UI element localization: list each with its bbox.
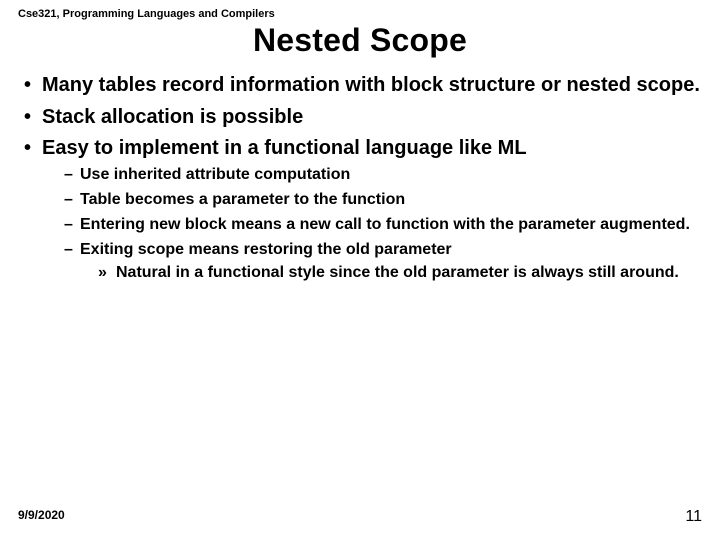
footer: 9/9/2020 11	[18, 508, 702, 526]
sub-bullet-text: Exiting scope means restoring the old pa…	[80, 241, 452, 258]
sub-bullet-list: Use inherited attribute computation Tabl…	[42, 164, 702, 284]
sub-bullet-item: Use inherited attribute computation	[80, 164, 702, 185]
subsub-bullet-item: Natural in a functional style since the …	[116, 262, 702, 283]
bullet-list: Many tables record information with bloc…	[18, 73, 702, 283]
footer-page-number: 11	[685, 508, 702, 526]
course-label: Cse321, Programming Languages and Compil…	[18, 8, 702, 20]
bullet-item: Easy to implement in a functional langua…	[42, 136, 702, 283]
bullet-item: Many tables record information with bloc…	[42, 73, 702, 99]
subsub-bullet-list: Natural in a functional style since the …	[80, 262, 702, 283]
slide: Cse321, Programming Languages and Compil…	[0, 0, 720, 540]
bullet-text: Easy to implement in a functional langua…	[42, 137, 527, 159]
slide-title: Nested Scope	[18, 22, 702, 59]
sub-bullet-item: Exiting scope means restoring the old pa…	[80, 239, 702, 283]
bullet-item: Stack allocation is possible	[42, 105, 702, 131]
sub-bullet-item: Entering new block means a new call to f…	[80, 214, 702, 235]
sub-bullet-item: Table becomes a parameter to the functio…	[80, 189, 702, 210]
footer-date: 9/9/2020	[18, 508, 65, 526]
